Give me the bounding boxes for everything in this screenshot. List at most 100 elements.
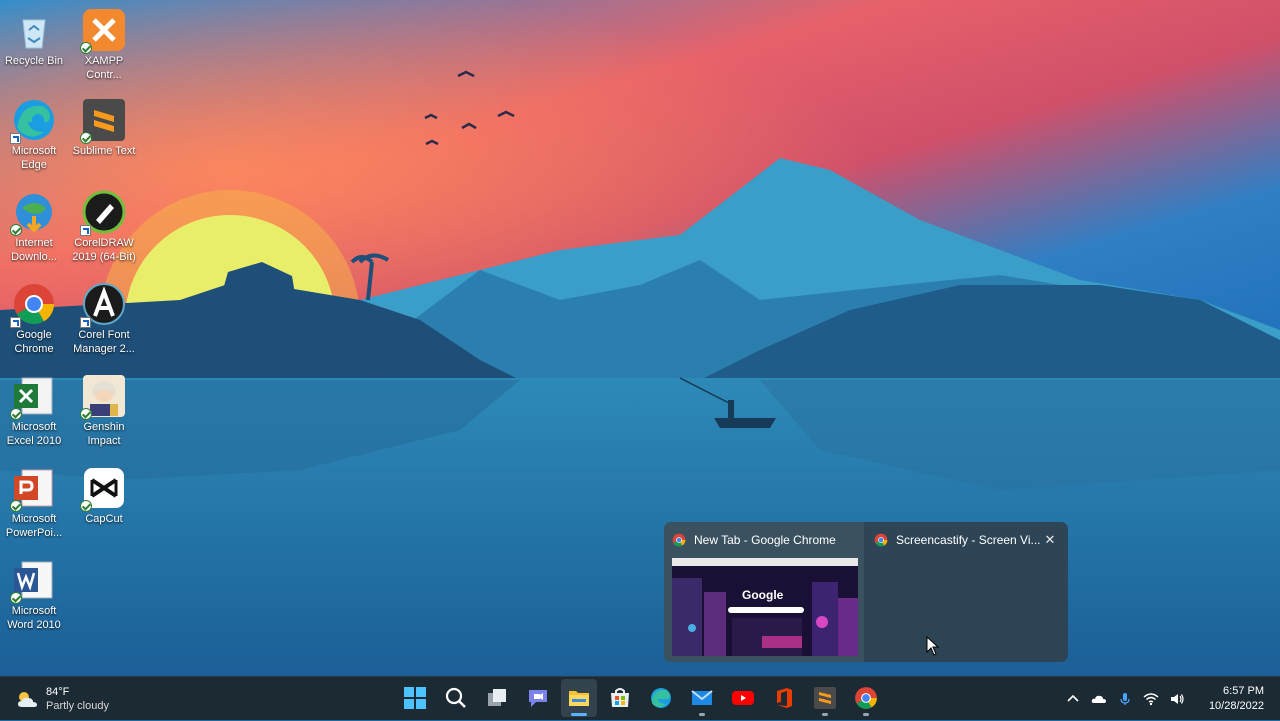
desktop-icon-label: Microsoft Word 2010 xyxy=(7,605,61,631)
thumbnail-title-row: New Tab - Google Chrome xyxy=(672,531,856,549)
desktop-icon-label: Sublime Text xyxy=(72,145,136,157)
microphone-button[interactable] xyxy=(1114,688,1136,710)
partly-cloudy-icon xyxy=(18,692,37,707)
weather-condition: Partly cloudy xyxy=(46,700,109,712)
microsoft-store-button[interactable] xyxy=(602,679,638,717)
chrome-icon xyxy=(672,533,686,547)
sublime-text-icon xyxy=(813,687,836,709)
desktop-icon-label: Google Chrome xyxy=(14,329,54,355)
desktop-icon-recycle-bin[interactable]: Recycle Bin xyxy=(0,8,68,68)
preview-search-box xyxy=(728,607,804,613)
desktop-icon-edge[interactable]: Microsoft Edge xyxy=(0,98,68,172)
shortcut-arrow-icon xyxy=(10,133,21,144)
teams-chat-icon xyxy=(528,690,547,707)
running-indicator xyxy=(821,713,828,716)
shortcut-arrow-icon xyxy=(80,317,91,328)
running-indicator xyxy=(570,713,587,716)
youtube-button[interactable] xyxy=(725,679,761,717)
taskbar: 84°F Partly cloudy 6:57 PM 10/28/2022 xyxy=(0,676,1280,720)
desktop-wallpaper xyxy=(0,0,1280,676)
close-icon[interactable]: ✕ xyxy=(1042,532,1058,548)
desktop-icon-sublime-text[interactable]: Sublime Text xyxy=(70,98,138,158)
desktop-icon-label: CapCut xyxy=(85,513,123,525)
desktop-icon-coreldraw[interactable]: CorelDRAW 2019 (64-Bit) xyxy=(70,190,138,264)
chrome-button[interactable] xyxy=(848,679,884,717)
mail-icon xyxy=(690,690,713,705)
chevron-up-icon xyxy=(1067,694,1079,702)
microsoft-store-icon xyxy=(610,688,629,707)
clock-date: 10/28/2022 xyxy=(1208,700,1264,712)
search-icon xyxy=(445,687,466,708)
recycle-bin-icon xyxy=(22,19,46,49)
weather-widget[interactable]: 84°F Partly cloudy xyxy=(14,683,109,715)
sync-status-icon xyxy=(10,592,22,604)
onedrive-button[interactable] xyxy=(1088,688,1110,710)
teams-chat-button[interactable] xyxy=(520,679,556,717)
weather-temperature: 84°F xyxy=(46,686,70,698)
clock[interactable]: 6:57 PM 10/28/2022 xyxy=(1200,684,1264,714)
chrome-icon xyxy=(874,533,888,547)
desktop-icon-label: Microsoft Edge xyxy=(11,145,57,171)
weather-text: 84°F Partly cloudy xyxy=(46,685,109,713)
onedrive-icon xyxy=(1091,695,1106,703)
desktop-icon-capcut[interactable]: CapCut xyxy=(70,466,138,526)
show-hidden-icons-button[interactable] xyxy=(1062,688,1084,710)
microphone-icon xyxy=(1120,693,1130,705)
desktop-icon-corel-font-manager[interactable]: Corel Font Manager 2... xyxy=(70,282,138,356)
volume-button[interactable] xyxy=(1166,688,1188,710)
office-icon xyxy=(776,688,792,708)
shortcut-arrow-icon xyxy=(80,225,91,236)
file-explorer-icon xyxy=(568,691,589,706)
sync-status-icon xyxy=(10,500,22,512)
start-icon xyxy=(403,687,426,709)
running-indicator xyxy=(698,713,705,716)
taskbar-thumbnail-popup: New Tab - Google Chrome Google Screencas… xyxy=(664,522,1068,662)
sync-status-icon xyxy=(80,500,92,512)
desktop-icon-label: Recycle Bin xyxy=(4,55,64,67)
shortcut-arrow-icon xyxy=(10,317,21,328)
office-button[interactable] xyxy=(766,679,802,717)
taskbar-app-area xyxy=(394,679,886,719)
desktop-icon-powerpoint[interactable]: Microsoft PowerPoi... xyxy=(0,466,68,540)
desktop-icon-genshin-impact[interactable]: Genshin Impact xyxy=(70,374,138,448)
desktop-icon-word[interactable]: Microsoft Word 2010 xyxy=(0,558,68,632)
volume-icon xyxy=(1171,694,1184,704)
edge-icon xyxy=(650,688,671,708)
system-tray: 6:57 PM 10/28/2022 xyxy=(1060,677,1280,721)
search-button[interactable] xyxy=(438,679,474,717)
sync-status-icon xyxy=(80,42,92,54)
thumbnail-title: Screencastify - Screen Vi... xyxy=(896,533,1041,547)
desktop-icon-label: XAMPP Contr... xyxy=(84,55,124,81)
wifi-icon xyxy=(1143,693,1159,706)
thumbnail-new-tab-chrome[interactable]: New Tab - Google Chrome Google xyxy=(664,522,864,662)
desktop-icon-label: Genshin Impact xyxy=(83,421,125,447)
file-explorer-button[interactable] xyxy=(560,679,597,717)
desktop-icon-label: Corel Font Manager 2... xyxy=(73,329,135,355)
clock-time: 6:57 PM xyxy=(1223,685,1264,697)
window-preview: Google xyxy=(672,558,858,656)
task-view-button[interactable] xyxy=(479,679,515,717)
sync-status-icon xyxy=(10,224,22,236)
preview-google-logo: Google xyxy=(742,588,784,602)
youtube-icon xyxy=(731,691,754,705)
chrome-icon xyxy=(854,687,877,709)
desktop-icon-xampp[interactable]: XAMPP Contr... xyxy=(70,8,138,82)
start-button[interactable] xyxy=(397,679,433,717)
desktop-icon-chrome[interactable]: Google Chrome xyxy=(0,282,68,356)
sync-status-icon xyxy=(80,132,92,144)
thumbnail-title-row: Screencastify - Screen Vi... ✕ xyxy=(874,531,1058,549)
desktop-icon-label: Microsoft Excel 2010 xyxy=(6,421,62,447)
thumbnail-title: New Tab - Google Chrome xyxy=(694,533,836,547)
network-button[interactable] xyxy=(1140,688,1162,710)
desktop-icon-excel[interactable]: Microsoft Excel 2010 xyxy=(0,374,68,448)
mail-button[interactable] xyxy=(684,679,720,717)
edge-button[interactable] xyxy=(643,679,679,717)
thumbnail-screencastify[interactable]: Screencastify - Screen Vi... ✕ xyxy=(866,522,1066,662)
running-indicator xyxy=(862,713,869,716)
mouse-cursor-icon xyxy=(926,636,940,656)
sync-status-icon xyxy=(80,408,92,420)
desktop-icon-label: CorelDRAW 2019 (64-Bit) xyxy=(72,237,136,263)
sublime-text-button[interactable] xyxy=(807,679,843,717)
sync-status-icon xyxy=(10,408,22,420)
desktop-icon-idm[interactable]: Internet Downlo... xyxy=(0,190,68,264)
